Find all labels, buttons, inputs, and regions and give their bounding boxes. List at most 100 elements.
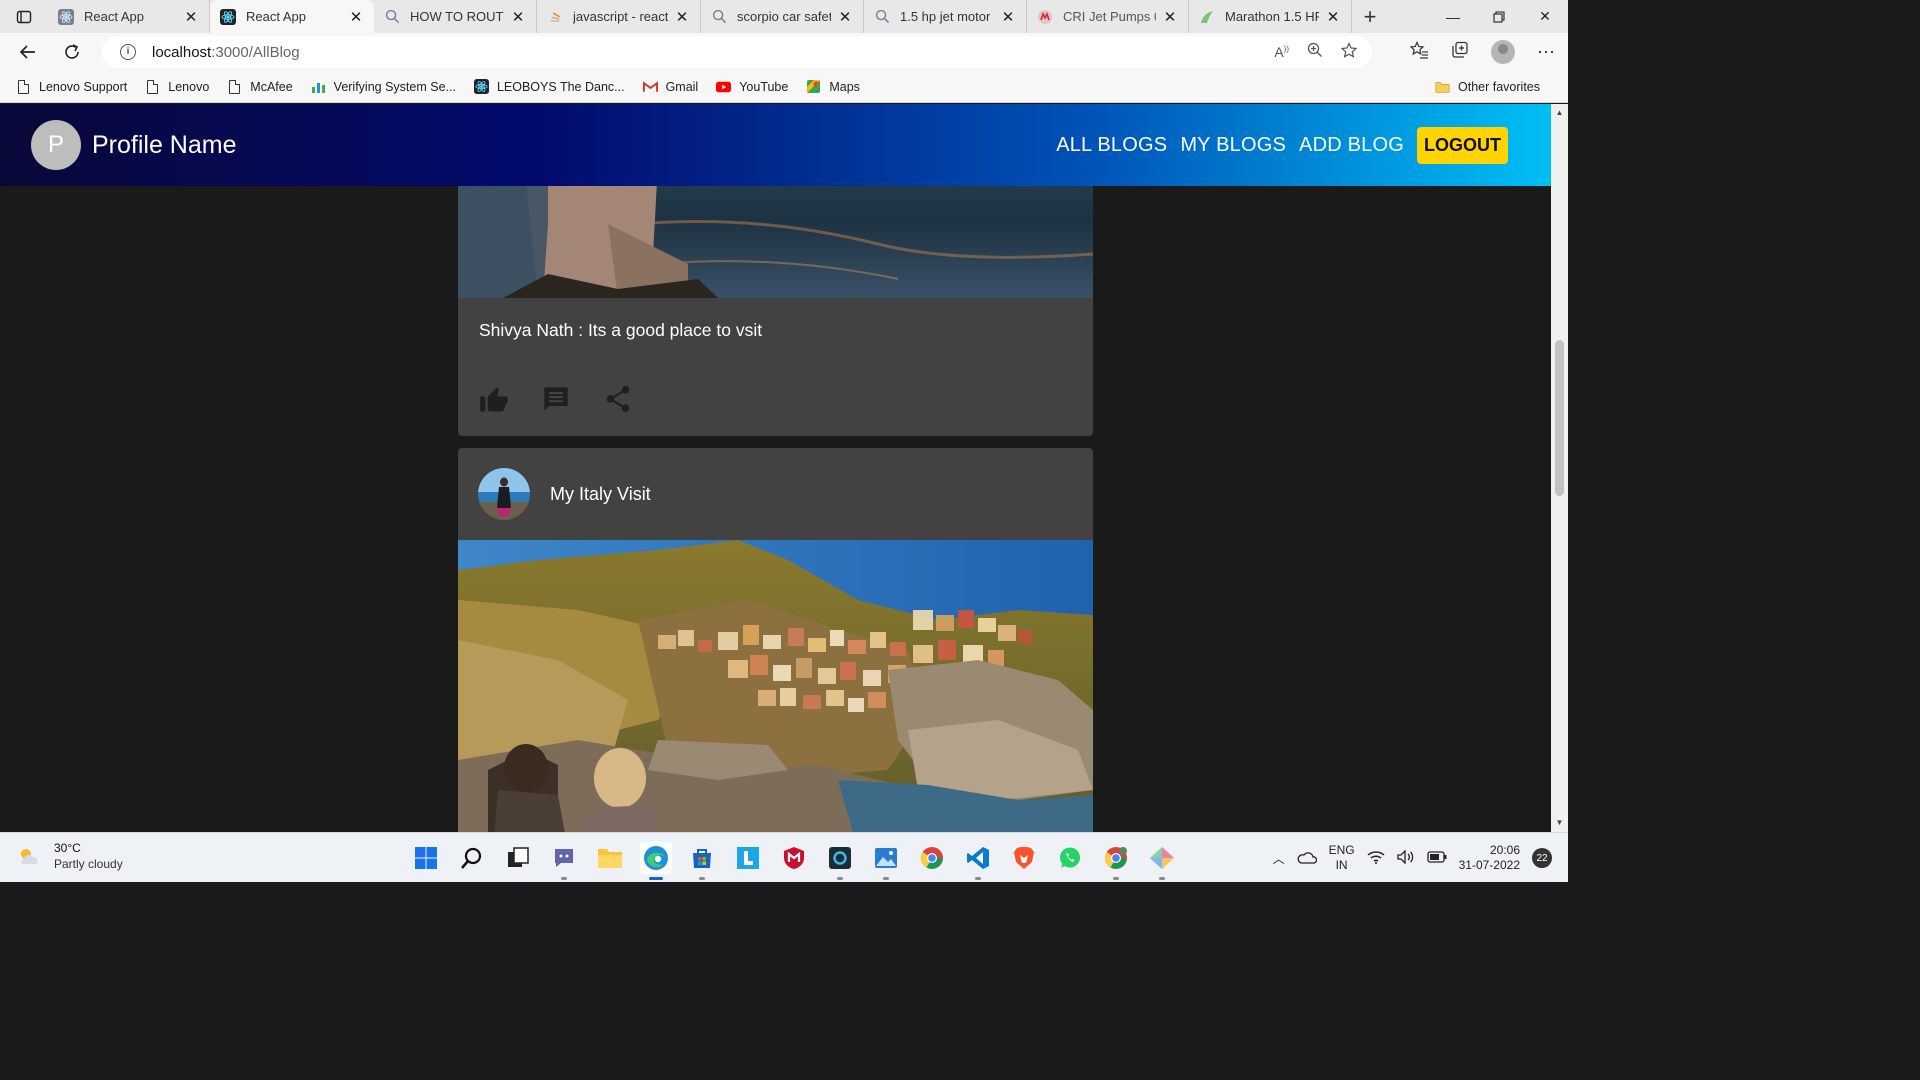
react-favicon	[473, 79, 489, 94]
tab-title: scorpio car safety	[737, 9, 831, 24]
battery-icon[interactable]	[1426, 850, 1447, 866]
more-menu-icon[interactable]: ⋯	[1537, 42, 1556, 63]
page-icon	[16, 79, 31, 94]
logout-button[interactable]: LOGOUT	[1417, 126, 1508, 164]
scroll-down-arrow-icon[interactable]: ▼	[1551, 816, 1568, 830]
bookmark-item[interactable]: LEOBOYS The Danc...	[473, 79, 625, 94]
thumbs-up-icon[interactable]	[478, 383, 510, 415]
site-info-icon[interactable]: i	[120, 44, 136, 60]
close-tab-icon[interactable]: ✕	[1000, 8, 1016, 26]
close-tab-icon[interactable]: ✕	[183, 8, 199, 26]
nav-my-blogs[interactable]: MY BLOGS	[1180, 134, 1286, 157]
cri-favicon	[1037, 9, 1053, 25]
collections-icon[interactable]	[1451, 41, 1469, 64]
restore-button[interactable]	[1476, 0, 1522, 33]
nav-all-blogs[interactable]: ALL BLOGS	[1056, 134, 1167, 157]
bookmark-item[interactable]: Lenovo Support	[16, 79, 127, 94]
tab-title: CRI Jet Pumps 0.5	[1063, 9, 1156, 24]
clock-date: 31-07-2022	[1458, 858, 1520, 872]
weather-widget[interactable]: 30°C Partly cloudy	[16, 841, 123, 871]
bookmark-item[interactable]: Verifying System Se...	[311, 79, 456, 94]
nav-add-blog[interactable]: ADD BLOG	[1299, 134, 1404, 157]
diamond-app-icon	[1150, 847, 1174, 869]
other-favorites[interactable]: Other favorites	[1435, 71, 1540, 103]
cortana-icon	[829, 847, 851, 869]
edge-app[interactable]	[640, 842, 672, 880]
clock-time: 20:06	[1489, 843, 1520, 857]
post-title: My Italy Visit	[550, 483, 651, 504]
brave-app[interactable]	[1008, 842, 1040, 874]
bookmark-item[interactable]: Maps	[806, 79, 860, 94]
chrome-profile-app[interactable]	[1100, 842, 1132, 880]
browser-tab[interactable]: HOW TO ROUTE / ✕	[374, 0, 537, 33]
onedrive-cloud-icon[interactable]	[1297, 850, 1317, 867]
browser-tab[interactable]: scorpio car safety ✕	[701, 0, 864, 33]
whatsapp-app[interactable]	[1054, 842, 1086, 874]
new-tab-button[interactable]: +	[1352, 0, 1388, 33]
close-window-button[interactable]: ✕	[1522, 0, 1568, 33]
vscode-app[interactable]	[962, 842, 994, 880]
app-nav: ALL BLOGS MY BLOGS ADD BLOG LOGOUT	[1043, 126, 1508, 164]
photos-app[interactable]	[870, 842, 902, 880]
browser-tab[interactable]: Marathon 1.5 HP ✕	[1189, 0, 1352, 33]
scroll-up-arrow-icon[interactable]: ▲	[1551, 106, 1568, 120]
maps-icon	[806, 79, 821, 94]
task-view-button[interactable]	[502, 842, 534, 874]
bookmark-item[interactable]: Lenovo	[145, 79, 209, 94]
gitkraken-app[interactable]	[1146, 842, 1178, 880]
bookmark-label: Gmail	[665, 79, 699, 94]
browser-tab[interactable]: React App ✕	[48, 0, 210, 33]
lenovo-vantage-app[interactable]	[732, 842, 764, 874]
bookmark-item[interactable]: YouTube	[716, 79, 788, 94]
search-icon	[874, 9, 890, 25]
teams-chat-app[interactable]	[548, 842, 580, 880]
start-button[interactable]	[410, 842, 442, 874]
scroll-thumb[interactable]	[1555, 340, 1564, 496]
browser-tab[interactable]: 1.5 hp jet motor c ✕	[864, 0, 1027, 33]
folder-icon	[598, 849, 622, 868]
add-favorite-icon[interactable]	[1340, 41, 1358, 63]
close-tab-icon[interactable]: ✕	[837, 8, 853, 26]
browser-tab[interactable]: CRI Jet Pumps 0.5 ✕	[1027, 0, 1189, 33]
post-actions	[478, 383, 634, 415]
close-tab-icon[interactable]: ✕	[510, 8, 526, 26]
profile-avatar-icon[interactable]	[1491, 40, 1515, 64]
bookmark-item[interactable]: Gmail	[642, 79, 699, 94]
notification-badge[interactable]: 22	[1532, 848, 1552, 868]
language-indicator[interactable]: ENG IN	[1329, 843, 1355, 873]
profile-avatar[interactable]: P	[31, 120, 81, 170]
close-tab-icon[interactable]: ✕	[1325, 8, 1341, 26]
zoom-icon[interactable]	[1307, 42, 1323, 62]
minimize-button[interactable]: —	[1430, 0, 1476, 33]
show-hidden-icons-chevron-icon[interactable]: ︿	[1273, 850, 1285, 867]
clock[interactable]: 20:06 31-07-2022	[1459, 843, 1520, 873]
close-tab-icon[interactable]: ✕	[674, 8, 690, 26]
tab-actions-button[interactable]	[0, 0, 48, 33]
browser-tab-active[interactable]: React App ✕	[210, 0, 374, 33]
react-favicon	[58, 8, 74, 25]
url-field[interactable]: i localhost:3000/AllBlog A))	[102, 36, 1372, 68]
comment-icon[interactable]	[540, 383, 572, 415]
browser-tab[interactable]: javascript - react r ✕	[537, 0, 701, 33]
tab-title: Marathon 1.5 HP	[1225, 9, 1319, 24]
close-tab-icon[interactable]: ✕	[348, 8, 364, 26]
bookmark-item[interactable]: McAfee	[227, 79, 293, 94]
file-explorer-app[interactable]	[594, 842, 626, 874]
share-icon[interactable]	[602, 383, 634, 415]
favorites-icon[interactable]	[1409, 40, 1429, 64]
mcafee-app[interactable]	[778, 842, 810, 874]
microsoft-store-app[interactable]	[686, 842, 718, 880]
wifi-icon[interactable]	[1367, 850, 1385, 867]
chrome-app[interactable]	[916, 842, 948, 874]
url-path: :3000/AllBlog	[211, 43, 300, 61]
read-aloud-icon[interactable]: A))	[1274, 44, 1289, 60]
cortana-app[interactable]	[824, 842, 856, 880]
tab-title: HOW TO ROUTE /	[410, 9, 504, 24]
back-button[interactable]	[6, 33, 50, 71]
author-avatar[interactable]	[478, 468, 530, 520]
speaker-icon[interactable]	[1396, 848, 1415, 867]
refresh-button[interactable]	[50, 33, 94, 71]
taskbar-search-button[interactable]	[456, 842, 488, 874]
close-tab-icon[interactable]: ✕	[1162, 8, 1178, 26]
page-scrollbar[interactable]: ▲ ▼	[1551, 104, 1568, 832]
